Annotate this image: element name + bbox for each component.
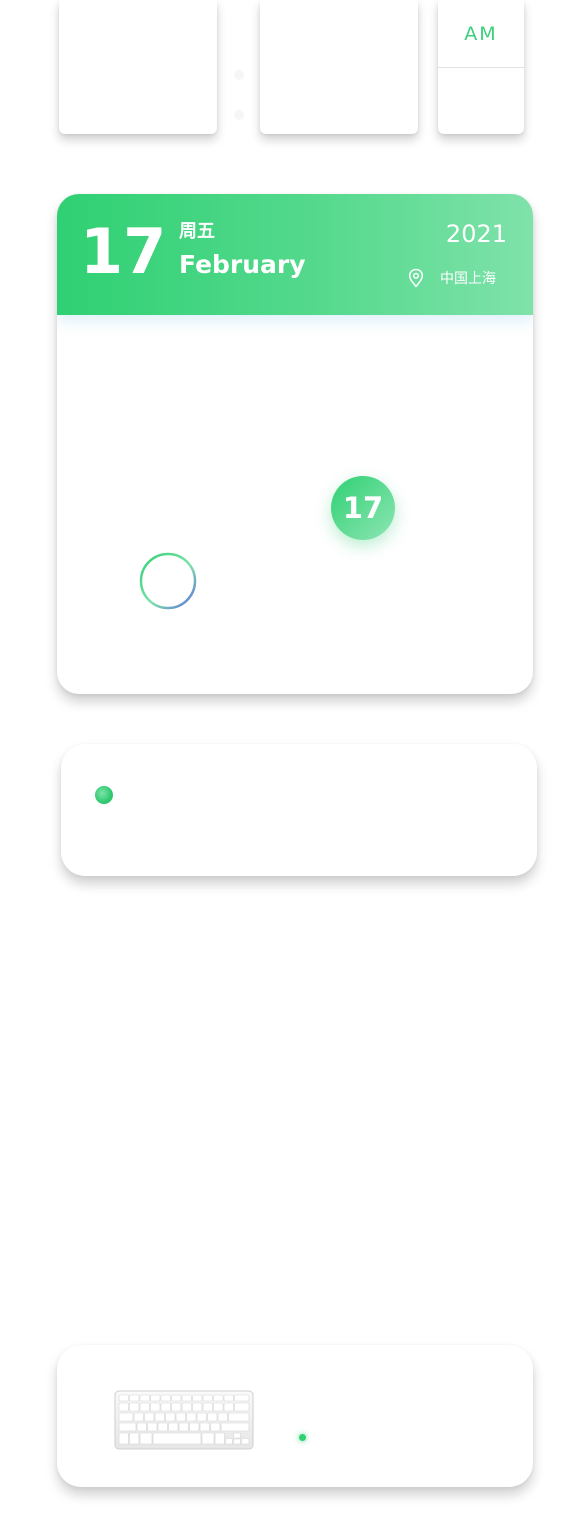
calendar-weekday: 周五 (179, 221, 215, 242)
widget-page: AM 17 周五 February 2021 中国上海 17 (0, 0, 578, 1521)
calendar-year: 2021 (445, 220, 507, 248)
progress-indicator-dot (95, 786, 113, 804)
location-pin-icon (408, 268, 424, 288)
keyboard-card (57, 1345, 533, 1487)
calendar-card: 17 周五 February 2021 中国上海 17 (57, 194, 533, 694)
progress-card (61, 744, 537, 876)
loading-ring-icon (139, 552, 197, 610)
selected-date-badge[interactable]: 17 (331, 476, 395, 540)
calendar-month: February (179, 250, 306, 279)
clock-period-top: AM (438, 0, 524, 68)
calendar-location[interactable]: 中国上海 (406, 268, 496, 288)
connection-status-dot (299, 1434, 306, 1441)
calendar-location-label: 中国上海 (440, 271, 496, 287)
clock-hours-card (59, 0, 217, 134)
clock-separator-dot (234, 110, 244, 120)
calendar-header: 17 周五 February 2021 中国上海 (57, 194, 533, 315)
clock-period-label: AM (464, 22, 498, 45)
calendar-day-number: 17 (80, 215, 167, 288)
keyboard-icon[interactable] (114, 1390, 254, 1450)
clock-separator-dot (234, 70, 244, 80)
clock-minutes-card (260, 0, 418, 134)
clock-period-card[interactable]: AM (438, 0, 524, 134)
